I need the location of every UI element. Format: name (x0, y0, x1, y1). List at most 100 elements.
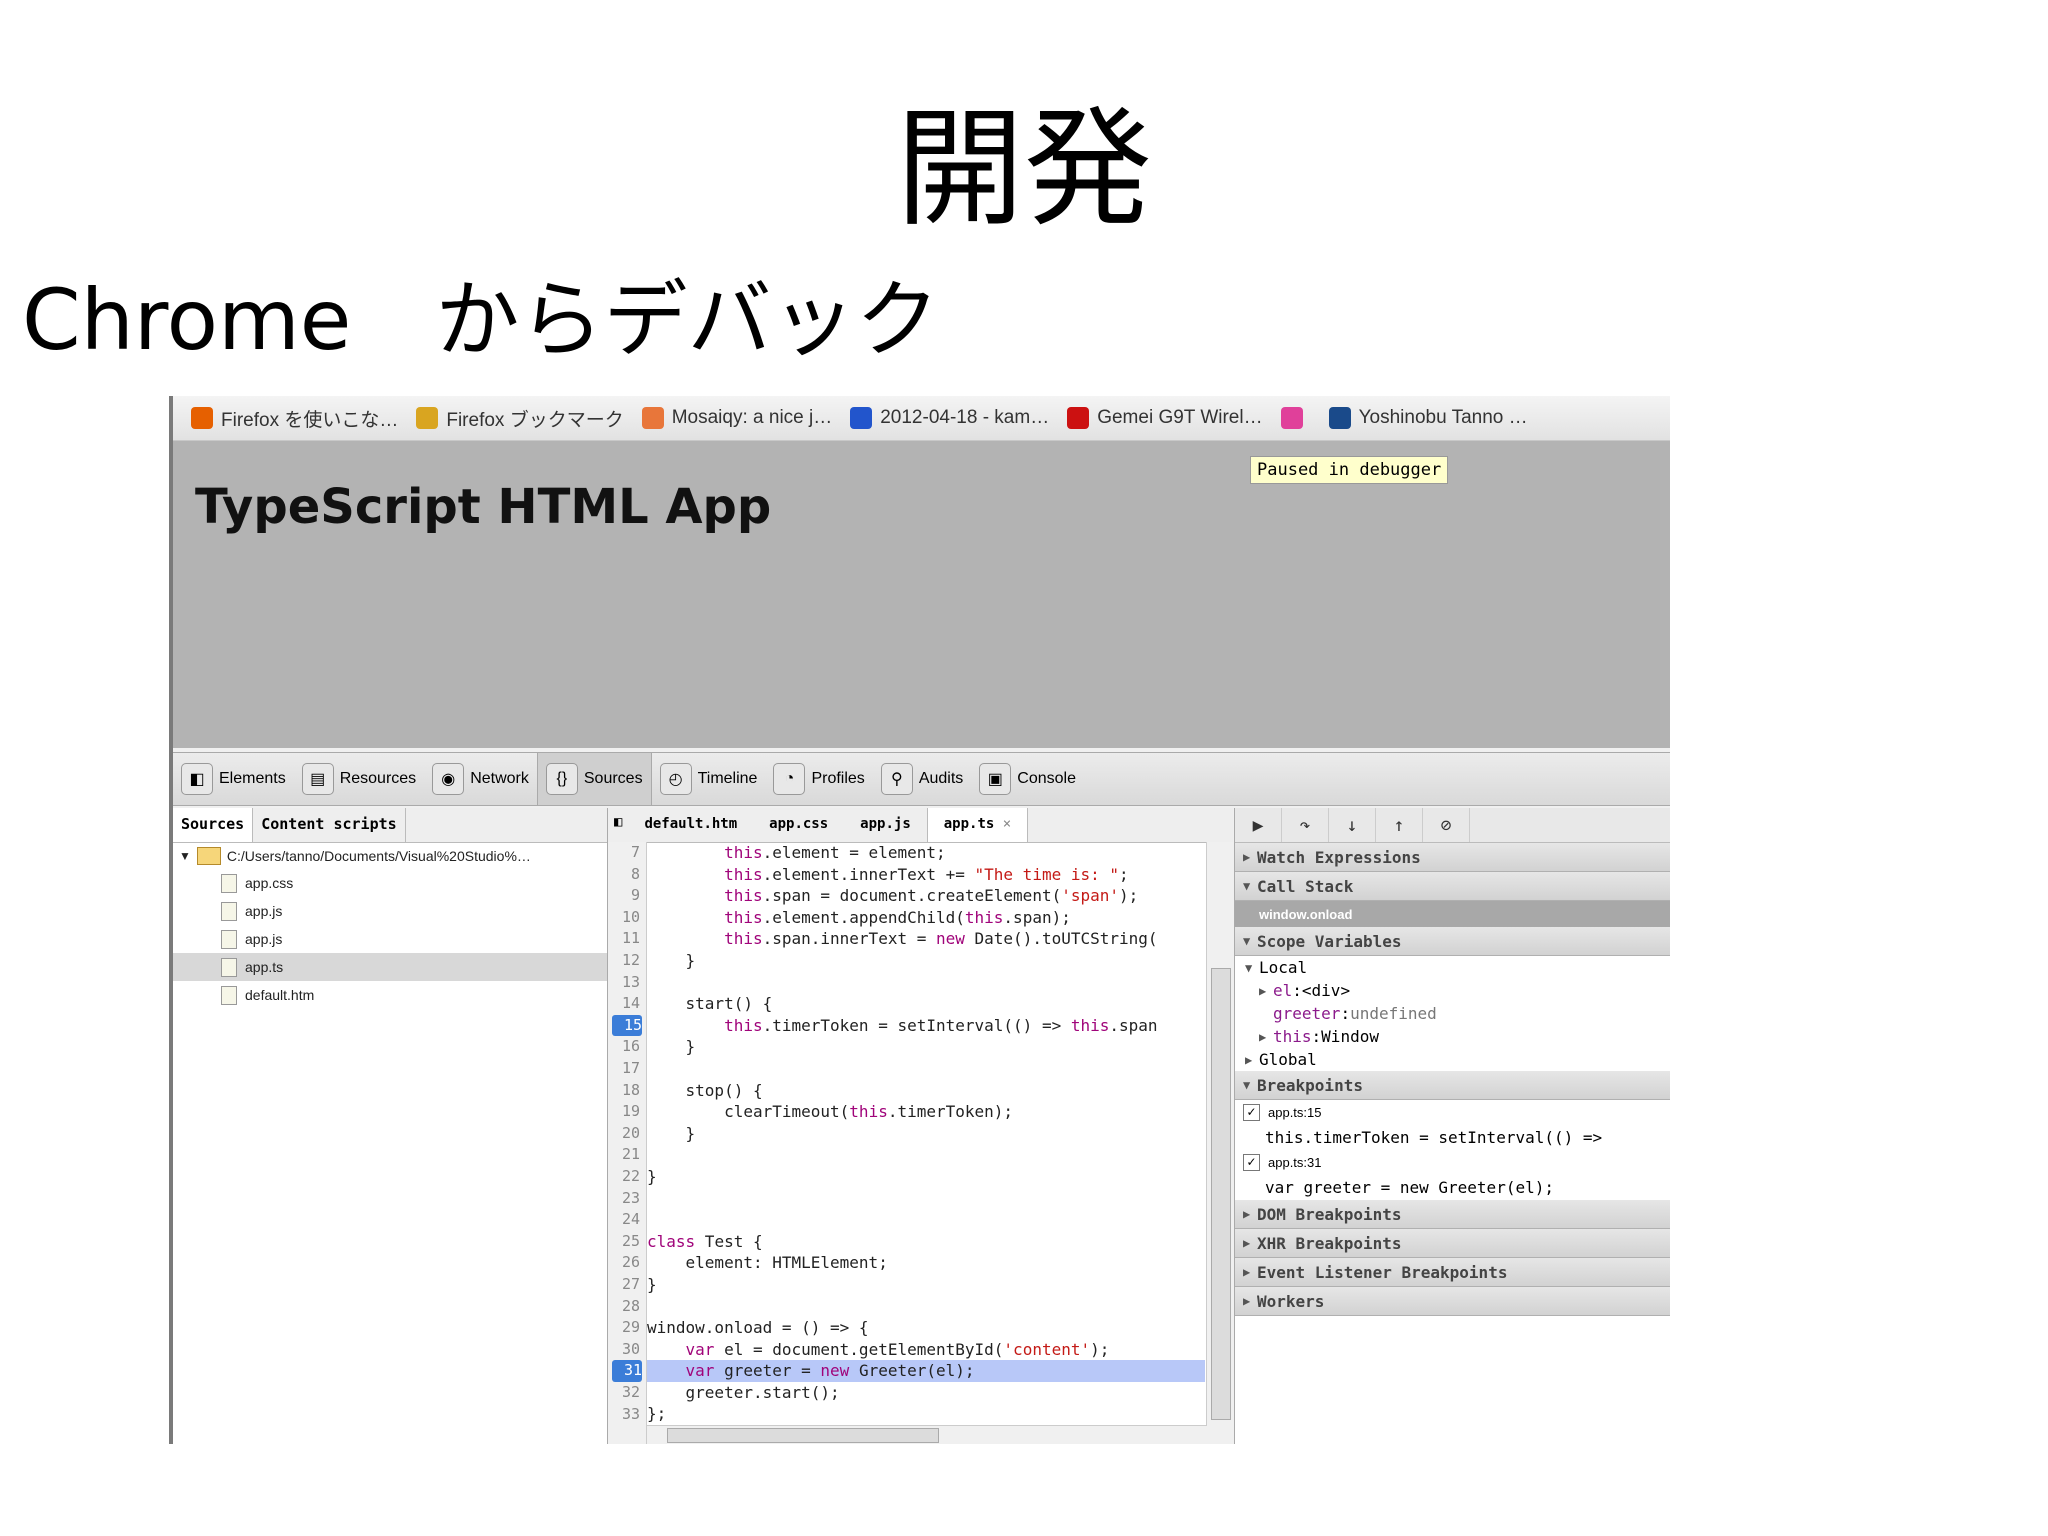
line-number[interactable]: 30 (608, 1339, 640, 1361)
bookmark-item[interactable]: Firefox ブックマーク (416, 405, 624, 432)
breakpoint-item[interactable]: ✓ app.ts:15 (1235, 1100, 1670, 1124)
breakpoints-header[interactable]: ▼ Breakpoints (1235, 1071, 1670, 1100)
editor-tab[interactable]: app.ts × (926, 808, 1029, 842)
editor-tab[interactable]: default.htm (628, 808, 753, 842)
line-number[interactable]: 26 (608, 1252, 640, 1274)
line-number[interactable]: 13 (608, 972, 640, 994)
resume-icon[interactable]: ▶︎ (1235, 808, 1282, 842)
tab-sources[interactable]: Sources (173, 808, 254, 842)
line-number[interactable]: 8 (608, 864, 640, 886)
file-item[interactable]: app.ts (173, 953, 607, 981)
tab-console[interactable]: ▣ Console (971, 753, 1084, 805)
line-number[interactable]: 23 (608, 1188, 640, 1210)
scope-variable[interactable]: ▶ el: <div> (1235, 979, 1670, 1002)
scope-variable[interactable]: greeter: undefined (1235, 1002, 1670, 1025)
line-number[interactable]: 18 (608, 1080, 640, 1102)
line-number[interactable]: 32 (608, 1382, 640, 1404)
horizontal-scrollbar[interactable] (647, 1425, 1207, 1444)
tab-sources[interactable]: {} Sources (536, 753, 652, 805)
deactivate-breakpoints-icon[interactable]: ⊘ (1423, 808, 1470, 842)
breakpoint-location: app.ts:31 (1268, 1154, 1322, 1170)
tab-label: Sources (583, 770, 643, 787)
breakpoint-marker[interactable]: 31 (612, 1360, 642, 1382)
expanded-triangle-icon: ▼ (1243, 879, 1251, 893)
line-number[interactable]: 16 (608, 1036, 640, 1058)
line-number[interactable]: 33 (608, 1404, 640, 1426)
editor-tab[interactable]: app.js (844, 808, 927, 842)
breakpoint-code: this.timerToken = setInterval(() => (1265, 1127, 1603, 1147)
tab-timeline[interactable]: ◴ Timeline (652, 753, 766, 805)
tab-elements[interactable]: ◧ Elements (173, 753, 294, 805)
code-line: this.span = document.createElement('span… (724, 886, 1139, 906)
line-number[interactable]: 20 (608, 1123, 640, 1145)
breakpoint-marker[interactable]: 15 (612, 1014, 642, 1037)
tab-network[interactable]: ◉ Network (424, 753, 537, 805)
bookmark-item[interactable]: Mosaiqy: a nice j… (641, 407, 833, 429)
line-number[interactable]: 24 (608, 1209, 640, 1231)
file-icon (221, 957, 237, 977)
line-number[interactable]: 10 (608, 907, 640, 929)
file-item[interactable]: default.htm (173, 981, 607, 1009)
line-number[interactable]: 17 (608, 1058, 640, 1080)
bookmark-item[interactable]: Yoshinobu Tanno … (1328, 407, 1528, 429)
bookmark-item[interactable]: Firefox を使いこな… (191, 405, 398, 432)
line-number[interactable]: 14 (608, 993, 640, 1015)
bookmark-item[interactable]: Gemei G9T Wirel… (1067, 407, 1263, 429)
code-line: greeter.start(); (647, 1382, 840, 1402)
scope-local[interactable]: ▼ Local (1235, 956, 1670, 979)
call-stack-header[interactable]: ▼ Call Stack (1235, 872, 1670, 901)
line-number[interactable]: 22 (608, 1166, 640, 1188)
breakpoint-item[interactable]: ✓ app.ts:31 (1235, 1150, 1670, 1174)
tree-root-folder[interactable]: ▼ C:/Users/tanno/Documents/Visual%20Stud… (173, 843, 607, 869)
expand-triangle-icon[interactable]: ▼ (179, 849, 191, 863)
editor-tab[interactable]: app.css (753, 808, 844, 842)
line-number[interactable]: 19 (608, 1101, 640, 1123)
file-item[interactable]: app.js (173, 925, 607, 953)
scroll-thumb[interactable] (667, 1428, 939, 1443)
call-frame-item[interactable]: window.onload (1235, 901, 1670, 927)
xhr-breakpoints-header[interactable]: ▶ XHR Breakpoints (1235, 1229, 1670, 1258)
tab-resources[interactable]: ▤ Resources (294, 753, 424, 805)
file-item[interactable]: app.css (173, 869, 607, 897)
dom-breakpoints-header[interactable]: ▶ DOM Breakpoints (1235, 1200, 1670, 1229)
line-number[interactable]: 25 (608, 1231, 640, 1253)
scope-variable[interactable]: ▶ this: Window (1235, 1025, 1670, 1048)
line-number[interactable]: 28 (608, 1296, 640, 1318)
bookmark-item[interactable] (1280, 407, 1311, 429)
event-listener-breakpoints-header[interactable]: ▶ Event Listener Breakpoints (1235, 1258, 1670, 1287)
line-number[interactable]: 27 (608, 1274, 640, 1296)
tab-profiles[interactable]: ◔ Profiles (765, 753, 872, 805)
line-number[interactable]: 7 (608, 842, 640, 864)
step-into-icon[interactable]: ↓ (1329, 808, 1376, 842)
navigator-toggle-icon[interactable]: ◧ (608, 808, 628, 842)
workers-header[interactable]: ▶ Workers (1235, 1287, 1670, 1316)
scope-global[interactable]: ▶ Global (1235, 1048, 1670, 1071)
vertical-scrollbar[interactable] (1206, 842, 1233, 1444)
line-number[interactable]: 9 (608, 885, 640, 907)
step-out-icon[interactable]: ↑ (1376, 808, 1423, 842)
checkbox-checked-icon[interactable]: ✓ (1243, 1103, 1260, 1121)
tab-content-scripts[interactable]: Content scripts (253, 808, 406, 842)
watch-expressions-header[interactable]: ▶ Watch Expressions (1235, 843, 1670, 872)
bookmark-item[interactable]: 2012-04-18 - kam… (850, 407, 1049, 429)
line-number[interactable]: 29 (608, 1317, 640, 1339)
bookmark-label: Mosaiqy: a nice j… (671, 407, 833, 428)
close-icon[interactable]: × (994, 816, 1011, 832)
scroll-thumb[interactable] (1211, 968, 1231, 1420)
code-area[interactable]: this.element = element; this.element.inn… (647, 842, 1205, 1444)
code-line: this.span.innerText = new Date().toUTCSt… (724, 929, 1158, 949)
step-over-icon[interactable]: ↷ (1282, 808, 1329, 842)
tab-label: Console (1017, 770, 1076, 787)
tab-audits[interactable]: ⚲ Audits (873, 753, 971, 805)
collapsed-triangle-icon: ▶ (1243, 1236, 1251, 1250)
file-item[interactable]: app.js (173, 897, 607, 925)
code-line: }; (647, 1404, 667, 1424)
checkbox-checked-icon[interactable]: ✓ (1243, 1153, 1260, 1171)
line-number[interactable]: 11 (608, 928, 640, 950)
line-number[interactable]: 21 (608, 1144, 640, 1166)
profiles-icon: ◔ (773, 763, 806, 795)
tab-label: Audits (918, 770, 964, 787)
scope-variables-header[interactable]: ▼ Scope Variables (1235, 927, 1670, 956)
line-number[interactable]: 12 (608, 950, 640, 972)
